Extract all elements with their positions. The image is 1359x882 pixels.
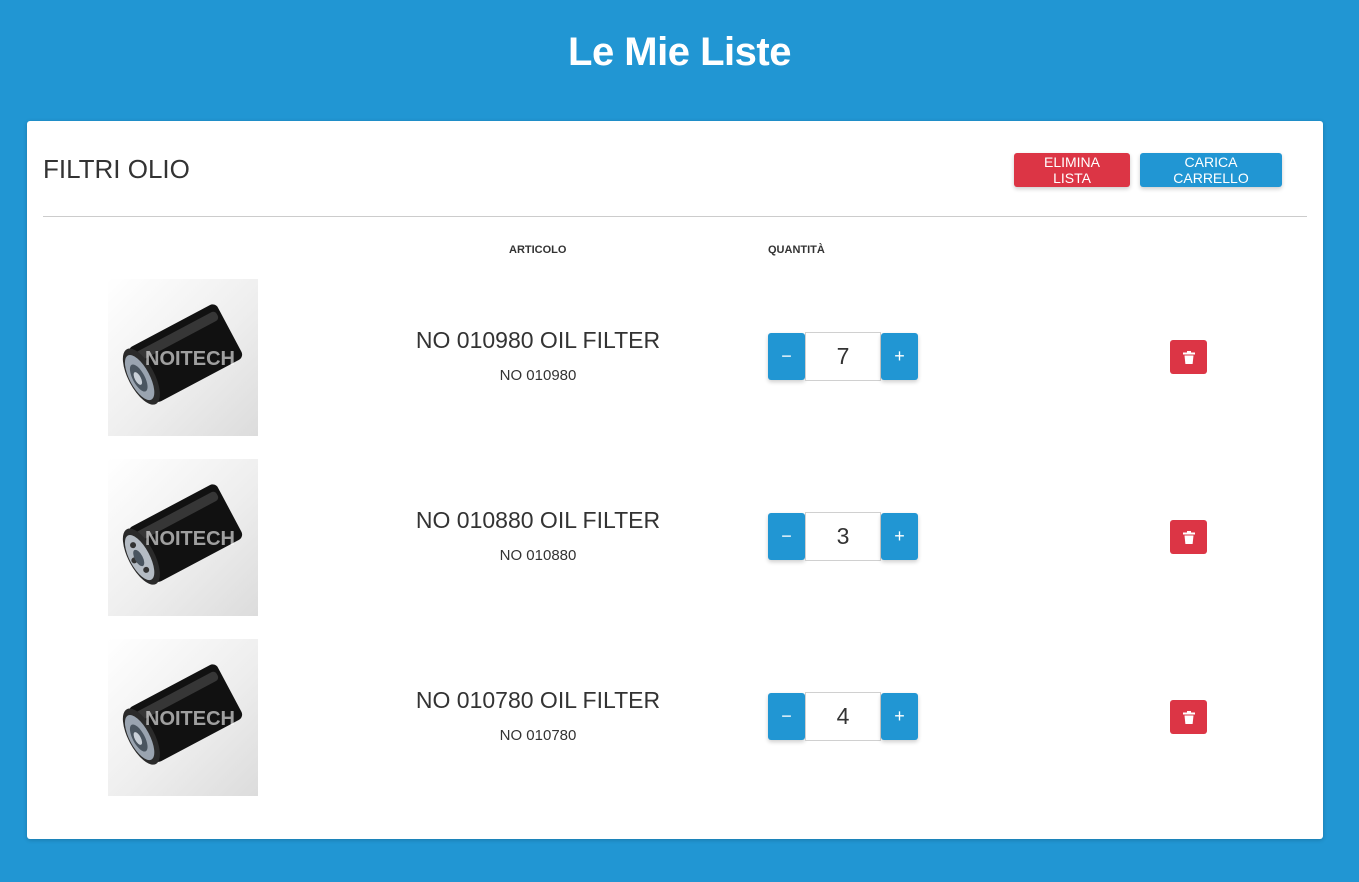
quantity-stepper: − + [768, 512, 918, 561]
trash-icon [1182, 350, 1195, 364]
decrease-quantity-button[interactable]: − [768, 513, 805, 560]
item-code: NO 010880 [499, 547, 577, 564]
column-header-quantity: QUANTITÀ [768, 244, 825, 256]
quantity-input[interactable] [805, 692, 881, 741]
delete-item-button[interactable] [1170, 700, 1207, 734]
quantity-stepper: − + [768, 692, 918, 741]
watermark-text: NOITECH [145, 708, 235, 730]
increase-quantity-button[interactable]: + [881, 513, 918, 560]
list-item: NOITECH NO 010780 OIL FILTER NO 010780 −… [27, 639, 1323, 796]
increase-quantity-button[interactable]: + [881, 333, 918, 380]
decrease-quantity-button[interactable]: − [768, 333, 805, 380]
quantity-stepper: − + [768, 332, 918, 381]
quantity-input[interactable] [805, 512, 881, 561]
trash-icon [1182, 710, 1195, 724]
divider [43, 216, 1307, 217]
delete-item-button[interactable] [1170, 340, 1207, 374]
oil-filter-image: NOITECH [108, 279, 258, 436]
column-header-article: ARTICOLO [509, 244, 567, 256]
item-name: NO 010980 OIL FILTER [415, 327, 661, 353]
watermark-text: NOITECH [145, 348, 235, 370]
watermark-text: NOITECH [145, 528, 235, 550]
item-name: NO 010880 OIL FILTER [415, 507, 661, 533]
oil-filter-image: NOITECH [108, 639, 258, 796]
load-cart-button[interactable]: CARICA CARRELLO [1140, 153, 1282, 187]
quantity-input[interactable] [805, 332, 881, 381]
delete-list-button[interactable]: ELIMINA LISTA [1014, 153, 1130, 187]
list-item: NOITECH NO 010880 OIL FILTER NO 010880 −… [27, 459, 1323, 616]
item-code: NO 010980 [499, 367, 577, 384]
delete-item-button[interactable] [1170, 520, 1207, 554]
decrease-quantity-button[interactable]: − [768, 693, 805, 740]
item-name: NO 010780 OIL FILTER [415, 687, 661, 713]
page-title: Le Mie Liste [568, 30, 791, 74]
trash-icon [1182, 530, 1195, 544]
list-card: FILTRI OLIO ELIMINA LISTA CARICA CARRELL… [27, 121, 1323, 839]
oil-filter-image: NOITECH [108, 459, 258, 616]
list-item: NOITECH NO 010980 OIL FILTER NO 010980 −… [27, 279, 1323, 436]
list-title: FILTRI OLIO [43, 154, 190, 184]
increase-quantity-button[interactable]: + [881, 693, 918, 740]
item-code: NO 010780 [499, 727, 577, 744]
